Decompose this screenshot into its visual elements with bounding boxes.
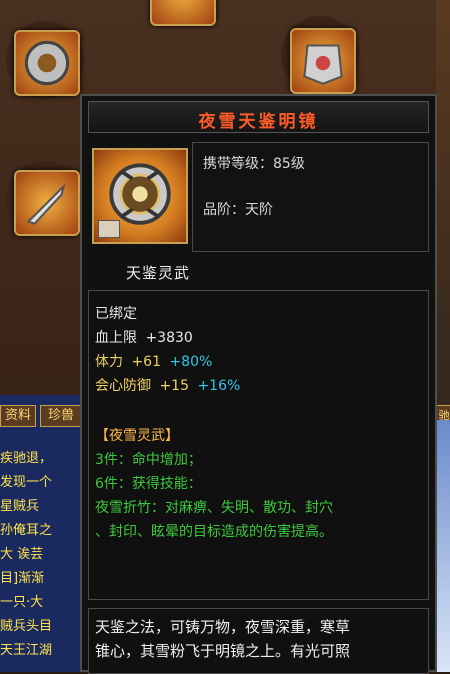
stat-label: 血上限 (95, 330, 137, 346)
set-bonus-6: 6件：获得技能： (95, 476, 202, 492)
tab-pets[interactable]: 珍兽 (40, 405, 82, 427)
chat-line: 一只·大 (0, 595, 44, 610)
set-skill-line: 、封印、眩晕的目标造成的伤害提高。 (95, 524, 333, 540)
chat-line: 孙俺耳之 (0, 523, 53, 538)
description-line: 锥心，其雪粉飞于明镜之上。有光可照 (95, 642, 351, 660)
dagger-icon (26, 183, 66, 225)
stat-bonus-pct: +16% (197, 378, 241, 394)
chat-line: 大 诶芸 (0, 547, 44, 562)
bound-badge-icon (98, 220, 120, 238)
stat-value: +3830 (145, 330, 193, 346)
stat-value: +15 (159, 378, 189, 394)
mirror-icon (24, 40, 70, 86)
stat-label: 体力 (95, 354, 123, 370)
armor-icon (303, 44, 343, 85)
set-bonus-3: 3件：命中增加； (95, 452, 202, 468)
stat-label: 会心防御 (95, 378, 151, 394)
chat-line: 发现一个 (0, 475, 53, 490)
item-set-subtitle: 天鉴灵武 (126, 264, 191, 282)
chat-line: 疾驰退， (0, 451, 53, 466)
carry-level: 携带等级：85级 (203, 156, 305, 172)
chat-line: 目]渐渐 (0, 571, 45, 586)
item-description-panel: 天鉴之法，可铸万物，夜雪深重，寒草 锥心，其雪粉飞于明镜之上。有光可照 (88, 608, 429, 674)
stat-bonus-pct: +80% (169, 354, 213, 370)
equip-slot-top[interactable] (150, 0, 216, 26)
stat-crit-def: 会心防御 +15 +16% (95, 375, 240, 395)
stat-hp: 血上限 +3830 (95, 327, 193, 347)
chat-window: 疾驰退， 发现一个 星贼兵 孙俺耳之 大 诶芸 目]渐渐 一只·大 贼兵头目 天… (0, 395, 90, 672)
chat-line: 星贼兵 (0, 499, 40, 514)
tab-profile[interactable]: 资料 (0, 405, 36, 427)
equip-slot-mirror[interactable] (14, 30, 80, 96)
item-tooltip: 夜雪天鉴明镜 携带等级：85级 品阶：天阶 天鉴灵武 已绑定 血上限 +3830… (80, 94, 437, 674)
equip-slot-armor[interactable] (290, 28, 356, 94)
item-name: 夜雪天鉴明镜 (198, 112, 319, 132)
description-line: 天鉴之法，可铸万物，夜雪深重，寒草 (95, 618, 351, 636)
item-grade: 品阶：天阶 (203, 202, 273, 218)
set-skill-line: 夜雪折竹：对麻痹、失明、散功、封穴 (95, 500, 333, 516)
bound-status: 已绑定 (95, 306, 137, 322)
equip-slot-dagger[interactable] (14, 170, 80, 236)
set-title: 【夜雪灵武】 (95, 428, 179, 444)
item-description: 天鉴之法，可铸万物，夜雪深重，寒草 锥心，其雪粉飞于明镜之上。有光可照 (95, 615, 424, 663)
chat-line: 天王江湖 (0, 643, 53, 658)
chat-line: 贼兵头目 (0, 619, 53, 634)
stat-value: +61 (131, 354, 161, 370)
item-info-panel: 携带等级：85级 品阶：天阶 (192, 142, 429, 252)
item-icon-frame (92, 148, 188, 244)
tooltip-title-bar: 夜雪天鉴明镜 (88, 101, 429, 133)
attribute-panel: 已绑定 血上限 +3830 体力 +61 +80% 会心防御 +15 +16% … (88, 290, 429, 600)
stat-stamina: 体力 +61 +80% (95, 351, 212, 371)
